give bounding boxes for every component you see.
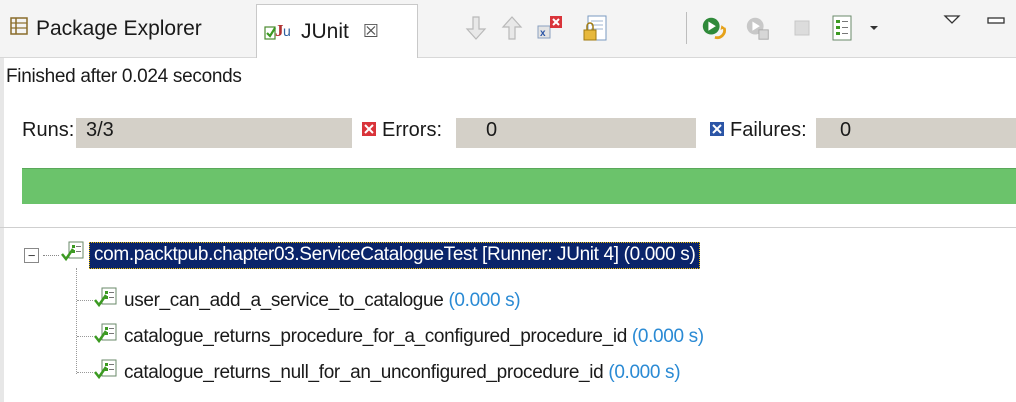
test-case-time: (0.000 s) (608, 362, 681, 383)
test-progress-bar (22, 168, 1016, 204)
tree-vertical-connector (76, 268, 77, 374)
test-case-ok-icon (94, 359, 118, 387)
test-case-time: (0.000 s) (448, 290, 521, 311)
view-menu-icon[interactable] (938, 6, 966, 34)
scroll-lock-icon[interactable] (582, 14, 610, 42)
tree-connector (77, 300, 93, 301)
svg-text:x: x (540, 28, 546, 39)
tab-junit-label: JUnit (301, 19, 349, 43)
tab-junit[interactable]: J u JUnit ☒ (256, 4, 418, 58)
test-case-time: (0.000 s) (631, 326, 704, 347)
toolbar-separator (686, 12, 687, 44)
tab-package-explorer[interactable]: Package Explorer (10, 8, 202, 50)
tab-package-explorer-label: Package Explorer (36, 17, 202, 40)
runs-counter-box (76, 118, 352, 148)
svg-text:u: u (283, 23, 291, 39)
runs-value: 3/3 (86, 119, 114, 141)
test-suite-ok-icon (61, 241, 85, 269)
test-case-name: catalogue_returns_procedure_for_a_config… (124, 326, 627, 347)
tree-divider (0, 227, 1016, 228)
failures-value: 0 (840, 119, 852, 141)
test-case-name: catalogue_returns_null_for_an_unconfigur… (124, 362, 604, 383)
test-case-ok-icon (94, 323, 118, 351)
show-failures-only-icon[interactable]: x (536, 14, 564, 42)
tree-test-case[interactable]: catalogue_returns_null_for_an_unconfigur… (94, 358, 681, 388)
runs-label: Runs: (22, 119, 75, 141)
test-run-history-icon[interactable] (828, 14, 856, 42)
tree-test-case[interactable]: user_can_add_a_service_to_catalogue (0.0… (94, 286, 521, 316)
package-explorer-icon (10, 17, 28, 41)
tree-test-case[interactable]: catalogue_returns_procedure_for_a_config… (94, 322, 704, 352)
test-case-ok-icon (94, 287, 118, 315)
errors-value: 0 (486, 119, 498, 141)
rerun-failed-first-icon[interactable] (744, 14, 772, 42)
minimize-icon[interactable] (982, 6, 1010, 34)
next-failure-icon[interactable] (462, 14, 490, 42)
tree-connector (77, 372, 93, 373)
failures-label: Failures: (730, 119, 807, 141)
view-left-border (0, 58, 4, 402)
run-status-text: Finished after 0.024 seconds (6, 66, 242, 87)
collapse-toggle-icon[interactable]: − (24, 247, 39, 263)
junit-icon: J u (263, 17, 293, 47)
failure-icon (710, 122, 724, 136)
tree-connector (77, 336, 93, 337)
tree-connector (43, 254, 59, 256)
tree-root-label: com.packtpub.chapter03.ServiceCatalogueT… (89, 241, 701, 269)
history-dropdown-arrow-icon[interactable] (860, 14, 888, 42)
tree-root-suite[interactable]: − com.packtpub.chapter03.ServiceCatalogu… (24, 240, 701, 270)
error-icon (362, 122, 376, 136)
view-tab-bar: Package Explorer J u JUnit ☒ x (0, 0, 1016, 58)
previous-failure-icon[interactable] (498, 14, 526, 42)
stop-icon[interactable] (788, 14, 816, 42)
errors-label: Errors: (382, 119, 442, 141)
rerun-test-icon[interactable] (700, 14, 728, 42)
close-tab-icon[interactable]: ☒ (363, 21, 379, 42)
test-case-name: user_can_add_a_service_to_catalogue (124, 290, 444, 311)
